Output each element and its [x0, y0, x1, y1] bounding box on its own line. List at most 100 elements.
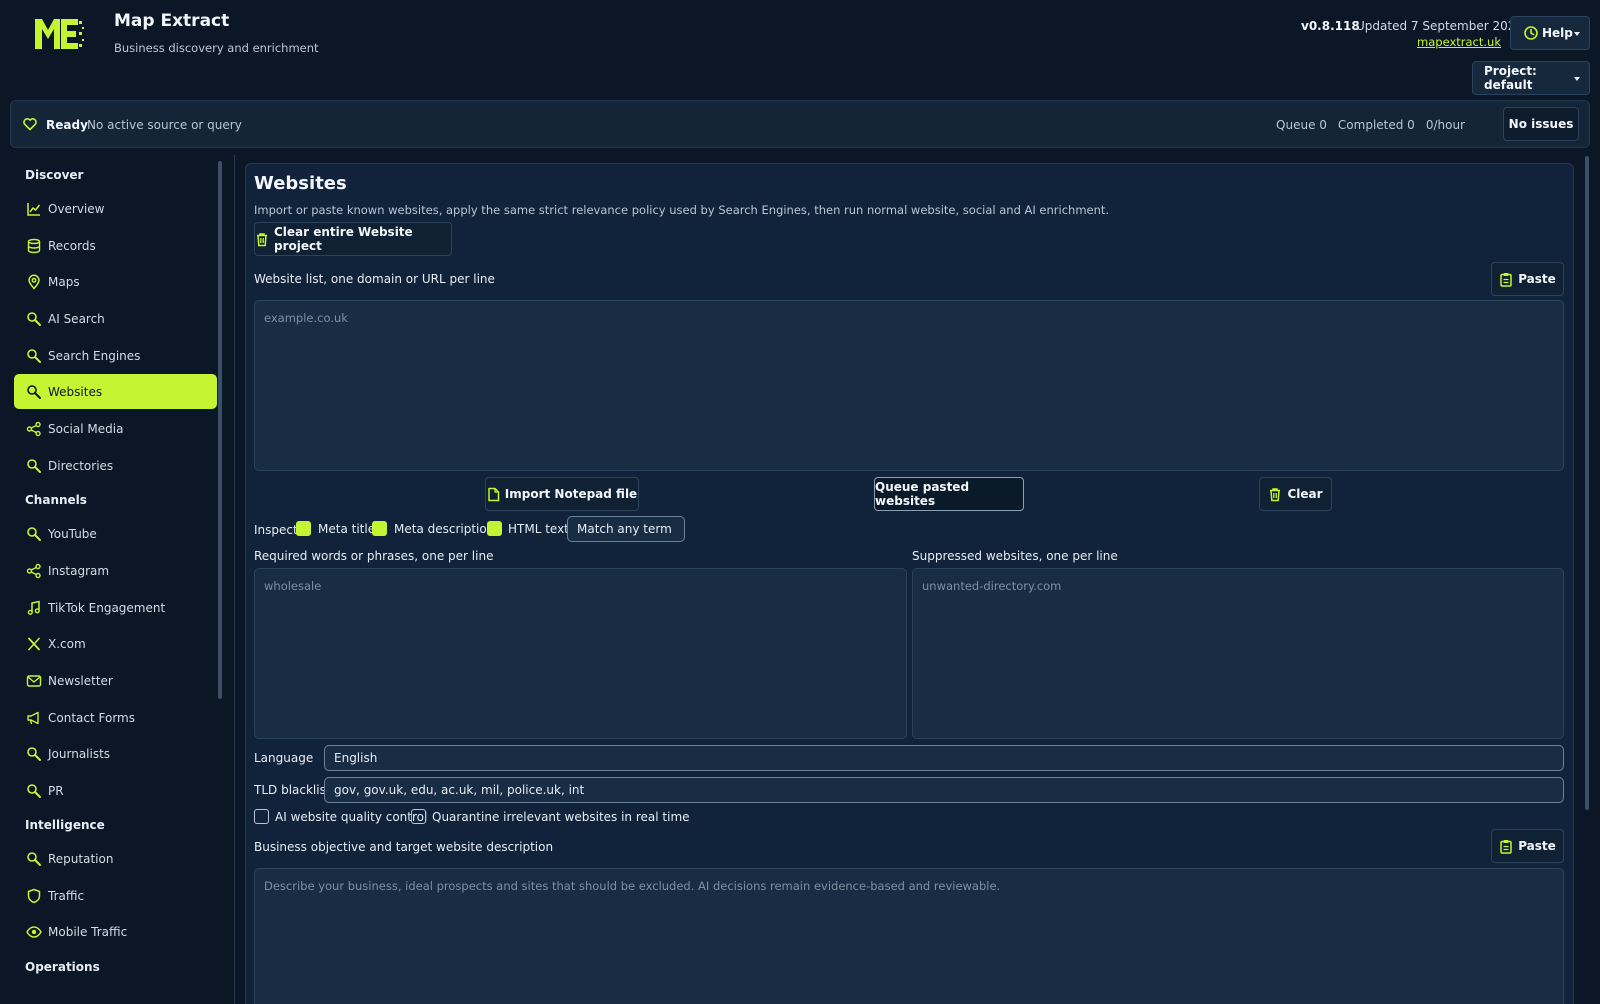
search-icon — [26, 746, 42, 762]
map-pin-icon — [26, 274, 42, 290]
section-intelligence: Intelligence — [25, 818, 105, 832]
meta-title-checkbox[interactable] — [296, 521, 311, 536]
status-message: No active source or query — [87, 118, 242, 132]
meta-description-checkbox[interactable] — [372, 521, 387, 536]
quarantine-label: Quarantine irrelevant websites in real t… — [432, 810, 690, 824]
trash-icon — [1268, 487, 1282, 502]
sidebar-item-instagram[interactable]: Instagram — [14, 553, 217, 588]
sidebar-item-pr[interactable]: PR — [14, 773, 217, 808]
status-state: Ready — [46, 118, 88, 132]
suppressed-websites-label: Suppressed websites, one per line — [912, 549, 1118, 563]
completed-count: Completed 0 — [1337, 118, 1415, 132]
section-channels: Channels — [25, 493, 87, 507]
search-icon — [26, 851, 42, 867]
sidebar-item-search-engines[interactable]: Search Engines — [14, 338, 217, 373]
share-icon — [26, 421, 42, 437]
eye-icon — [26, 924, 42, 940]
html-text-label: HTML text — [508, 522, 569, 536]
meta-title-label: Meta title — [318, 522, 376, 536]
mail-icon — [26, 673, 42, 689]
sidebar-item-records[interactable]: Records — [14, 228, 217, 263]
clear-project-button[interactable]: Clear entire Website project — [254, 222, 452, 256]
status-stats: Queue 0 Completed 0 0/hour — [1276, 118, 1465, 132]
clear-websites-button[interactable]: Clear — [1259, 477, 1332, 511]
status-bar: Ready No active source or query Queue 0 … — [10, 100, 1590, 148]
sidebar-item-x-com[interactable]: X.com — [14, 626, 217, 661]
sidebar-item-social-media[interactable]: Social Media — [14, 411, 217, 446]
sidebar-item-mobile-traffic[interactable]: Mobile Traffic — [14, 914, 217, 949]
sidebar-item-overview[interactable]: Overview — [14, 191, 217, 226]
ai-quality-checkbox[interactable] — [254, 809, 269, 824]
inspect-label: Inspect — [254, 523, 298, 537]
megaphone-icon — [26, 710, 42, 726]
x-logo-icon — [26, 636, 42, 652]
file-icon — [487, 487, 500, 502]
page-description: Import or paste known websites, apply th… — [254, 203, 1110, 217]
paste-websites-button[interactable]: Paste — [1491, 262, 1564, 296]
search-icon — [26, 526, 42, 542]
required-words-label: Required words or phrases, one per line — [254, 549, 494, 563]
rate-count: 0/hour — [1425, 118, 1465, 132]
app-subtitle: Business discovery and enrichment — [114, 41, 319, 55]
heart-icon — [22, 116, 38, 132]
language-label: Language — [254, 751, 314, 765]
search-icon — [26, 348, 42, 364]
sidebar-item-youtube[interactable]: YouTube — [14, 516, 217, 551]
sidebar-scrollbar[interactable] — [218, 161, 222, 699]
sidebar-item-maps[interactable]: Maps — [14, 264, 217, 299]
app-logo[interactable] — [32, 14, 84, 54]
sidebar-item-tiktok[interactable]: TikTok Engagement — [14, 590, 217, 625]
business-objective-textarea[interactable]: Describe your business, ideal prospects … — [254, 868, 1564, 1004]
queue-count: Queue 0 — [1276, 118, 1327, 132]
paste-objective-button[interactable]: Paste — [1491, 829, 1564, 863]
help-label: Help — [1542, 26, 1573, 40]
main-scrollbar[interactable] — [1585, 156, 1589, 810]
website-list-textarea[interactable]: example.co.uk — [254, 300, 1564, 471]
search-icon — [26, 384, 42, 400]
search-icon — [26, 458, 42, 474]
help-icon — [1523, 25, 1539, 41]
search-icon — [26, 311, 42, 327]
app-title: Map Extract — [114, 11, 230, 31]
sidebar-item-newsletter[interactable]: Newsletter — [14, 663, 217, 698]
sidebar-item-journalists[interactable]: Journalists — [14, 736, 217, 771]
html-text-checkbox[interactable] — [487, 521, 502, 536]
sidebar-item-reputation[interactable]: Reputation — [14, 841, 217, 876]
site-link[interactable]: mapextract.uk — [1417, 35, 1501, 49]
required-words-textarea[interactable]: wholesale — [254, 568, 907, 739]
version-label: v0.8.118 — [1301, 19, 1360, 33]
issues-button[interactable]: No issues — [1503, 107, 1579, 141]
chart-line-icon — [26, 201, 42, 217]
meta-description-label: Meta description — [394, 522, 495, 536]
sidebar-item-ai-search[interactable]: AI Search — [14, 301, 217, 336]
quarantine-checkbox[interactable] — [411, 809, 426, 824]
clipboard-icon — [1499, 839, 1513, 854]
section-operations: Operations — [25, 960, 100, 974]
tld-blacklist-input[interactable]: gov, gov.uk, edu, ac.uk, mil, police.uk,… — [324, 777, 1564, 803]
match-mode-select[interactable]: Match any term — [567, 516, 685, 542]
help-button[interactable]: Help — [1510, 16, 1590, 50]
ai-quality-label: AI website quality control — [275, 810, 428, 824]
search-icon — [26, 783, 42, 799]
sidebar-item-traffic[interactable]: Traffic — [14, 878, 217, 913]
page-title: Websites — [254, 173, 347, 194]
trash-icon — [255, 232, 269, 247]
project-selector[interactable]: Project: default — [1472, 61, 1590, 95]
tld-blacklist-label: TLD blacklist — [254, 783, 331, 797]
language-input[interactable]: English — [324, 745, 1564, 771]
section-discover: Discover — [25, 168, 84, 182]
clipboard-icon — [1499, 272, 1513, 287]
suppressed-websites-textarea[interactable]: unwanted-directory.com — [912, 568, 1564, 739]
chevron-down-icon — [1574, 77, 1580, 81]
sidebar-item-contact-forms[interactable]: Contact Forms — [14, 700, 217, 735]
website-list-label: Website list, one domain or URL per line — [254, 272, 495, 286]
sidebar-item-websites[interactable]: Websites — [14, 374, 217, 409]
shield-icon — [26, 888, 42, 904]
sidebar-item-directories[interactable]: Directories — [14, 448, 217, 483]
app-header: Map Extract Business discovery and enric… — [0, 0, 1600, 100]
share-icon — [26, 563, 42, 579]
queue-websites-button[interactable]: Queue pasted websites — [874, 477, 1024, 511]
music-note-icon — [26, 600, 42, 616]
import-notepad-button[interactable]: Import Notepad file — [485, 477, 639, 511]
business-objective-label: Business objective and target website de… — [254, 840, 554, 854]
